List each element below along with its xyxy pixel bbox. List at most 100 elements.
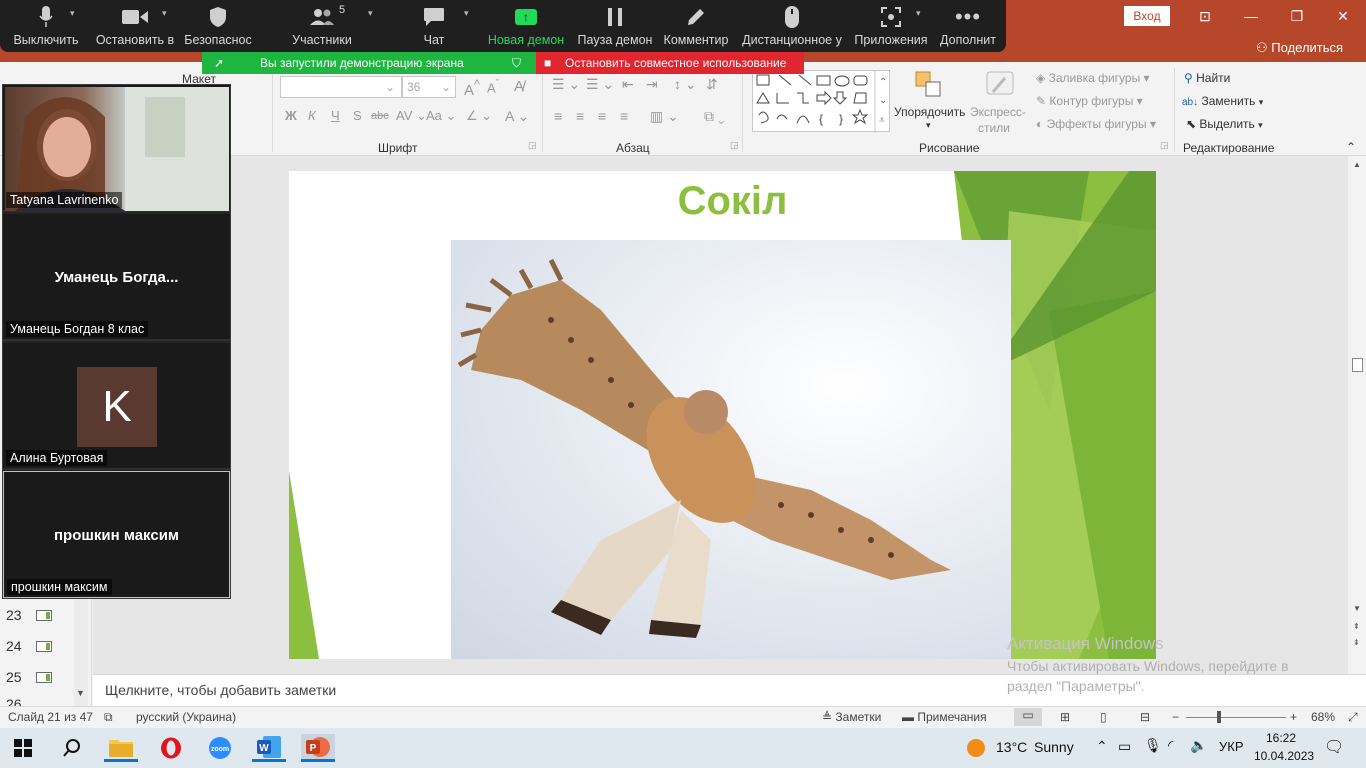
character-spacing-icon[interactable]: AV ⌄	[396, 108, 427, 124]
fit-slide-icon[interactable]: ⤢	[1348, 710, 1358, 725]
shadow-icon[interactable]: S	[353, 108, 362, 123]
input-language-indicator[interactable]: УКР	[1219, 739, 1244, 754]
slide-thumbnail[interactable]	[36, 610, 52, 621]
underline-icon[interactable]: Ч	[331, 108, 340, 123]
zoom-out-icon[interactable]: −	[1172, 710, 1179, 724]
scroll-down-icon[interactable]: ▼	[1353, 604, 1361, 613]
reading-view-icon[interactable]: ▯	[1100, 710, 1107, 724]
stop-video-button[interactable]: ▾ Остановить в	[92, 0, 178, 52]
decrease-indent-icon[interactable]: ⇤	[622, 76, 634, 93]
file-explorer-icon[interactable]	[104, 734, 138, 762]
chevron-down-icon[interactable]: ▾	[916, 8, 921, 19]
next-slide-icon[interactable]: ⇟	[1353, 638, 1360, 647]
maximize-icon[interactable]: ❐	[1282, 4, 1312, 28]
align-right-icon[interactable]: ≡	[598, 108, 606, 124]
increase-indent-icon[interactable]: ⇥	[646, 76, 658, 93]
collapse-ribbon-icon[interactable]: ⌃	[1346, 140, 1356, 154]
slide-title[interactable]: Сокіл	[289, 179, 1156, 224]
clock-date[interactable]: 10.04.2023	[1254, 749, 1314, 763]
align-center-icon[interactable]: ≡	[576, 108, 584, 124]
new-share-button[interactable]: ↑ Новая демон	[486, 0, 566, 52]
strikethrough-icon[interactable]: abc	[371, 110, 389, 122]
falcon-photo[interactable]	[451, 240, 1011, 659]
weather-temperature[interactable]: 13°C	[996, 739, 1027, 755]
annotate-button[interactable]: Комментир	[662, 0, 730, 52]
arrange-button[interactable]: Упорядочить	[894, 105, 965, 119]
smartart-icon[interactable]: ⧉ ⌄	[704, 108, 725, 125]
font-color-icon[interactable]: A ⌄	[505, 108, 529, 125]
opera-icon[interactable]	[154, 734, 188, 762]
slide-thumbnail[interactable]	[36, 672, 52, 683]
minimize-icon[interactable]: —	[1236, 4, 1266, 28]
quick-styles-button[interactable]: Экспресс-	[970, 105, 1026, 119]
dialog-launcher-icon[interactable]: ◲	[528, 140, 537, 151]
justify-icon[interactable]: ≡	[620, 108, 628, 124]
chevron-down-icon[interactable]: ▾	[464, 8, 469, 19]
participant-tile-active-speaker[interactable]: прошкин максим прошкин максим	[3, 471, 230, 598]
shape-effects-button[interactable]: ◐ Эффекты фигуры ▾	[1036, 117, 1156, 131]
show-hidden-icons-icon[interactable]: ⌃	[1096, 738, 1108, 755]
thumbnail-number[interactable]: 25	[6, 669, 22, 685]
comments-toggle-button[interactable]: ▬ Примечания	[902, 710, 987, 724]
zoom-icon[interactable]: zoom	[203, 734, 237, 762]
shape-outline-button[interactable]: ✎ Контур фигуры ▾	[1036, 94, 1143, 108]
pin-icon[interactable]: ➚	[214, 52, 224, 74]
battery-icon[interactable]: ▭	[1118, 738, 1131, 755]
slide-thumbnail[interactable]	[36, 641, 52, 652]
chevron-down-icon[interactable]: ▾	[926, 120, 931, 131]
participant-tile[interactable]: Уманець Богда... Уманець Богдан 8 клас	[3, 214, 230, 341]
line-spacing-icon[interactable]: ↕ ⌄	[674, 76, 697, 93]
dialog-launcher-icon[interactable]: ◲	[730, 140, 739, 151]
shape-fill-button[interactable]: ◈ Заливка фигуры ▾	[1036, 71, 1150, 85]
close-icon[interactable]: ✕	[1328, 4, 1358, 28]
shapes-gallery[interactable]: {} ⌃ ⌄ ⩡	[752, 70, 890, 133]
columns-icon[interactable]: ▥ ⌄	[650, 108, 679, 125]
zoom-level[interactable]: 68%	[1311, 710, 1335, 724]
powerpoint-icon[interactable]: P	[301, 734, 335, 762]
clock-time[interactable]: 16:22	[1266, 731, 1296, 745]
zoom-slider[interactable]	[1186, 717, 1286, 718]
notes-placeholder[interactable]: Щелкните, чтобы добавить заметки	[105, 682, 336, 698]
search-icon[interactable]	[55, 734, 89, 762]
find-button[interactable]: ⚲ Найти	[1184, 71, 1230, 85]
select-button[interactable]: ⬉ Выделить ▾	[1186, 117, 1263, 131]
start-icon[interactable]	[6, 734, 40, 762]
bullets-icon[interactable]: ☰ ⌄	[552, 76, 580, 93]
align-left-icon[interactable]: ≡	[554, 108, 562, 124]
bold-icon[interactable]: Ж	[285, 108, 297, 123]
zoom-in-icon[interactable]: +	[1290, 710, 1297, 724]
word-icon[interactable]: W	[252, 734, 286, 762]
thumbnail-number[interactable]: 24	[6, 638, 22, 654]
login-button[interactable]: Вход	[1124, 6, 1170, 26]
scroll-down-icon[interactable]: ▼	[76, 688, 85, 698]
scroll-up-icon[interactable]: ▲	[1353, 160, 1361, 169]
spellcheck-icon[interactable]: ⧉	[104, 710, 113, 725]
chevron-down-icon[interactable]: ▾	[368, 8, 373, 19]
slide-canvas[interactable]: Сокіл	[289, 171, 1156, 659]
slideshow-icon[interactable]: ⊟	[1140, 710, 1150, 724]
scrollbar-thumb[interactable]	[1352, 358, 1363, 372]
language-indicator[interactable]: русский (Украина)	[136, 710, 236, 724]
weather-condition[interactable]: Sunny	[1034, 739, 1074, 755]
wifi-icon[interactable]: ◜	[1168, 737, 1173, 754]
notifications-icon[interactable]: 🗨	[1324, 737, 1344, 757]
thumbnail-number[interactable]: 23	[6, 607, 22, 623]
dialog-launcher-icon[interactable]: ◲	[1160, 140, 1169, 151]
apps-button[interactable]: ▾ Приложения	[852, 0, 930, 52]
mute-button[interactable]: ▾ Выключить	[8, 0, 84, 52]
highlight-icon[interactable]: ∠ ⌄	[466, 108, 492, 124]
previous-slide-icon[interactable]: ⇞	[1353, 622, 1360, 631]
pause-share-button[interactable]: Пауза демон	[576, 0, 654, 52]
text-direction-icon[interactable]: ⇵	[706, 76, 718, 93]
italic-icon[interactable]: К	[308, 108, 316, 123]
stop-share-button[interactable]: ■ Остановить совместное использование	[536, 52, 804, 74]
participant-tile[interactable]: K Алина Буртовая	[3, 343, 230, 470]
ribbon-display-options-icon[interactable]: ⊡	[1190, 4, 1220, 28]
change-case-icon[interactable]: Aa ⌄	[426, 108, 456, 124]
zoom-slider-thumb[interactable]	[1217, 711, 1221, 723]
increase-font-icon[interactable]: A^	[464, 78, 480, 99]
remote-control-button[interactable]: Дистанционное у	[740, 0, 844, 52]
font-family-combo[interactable]: ⌄	[280, 76, 402, 98]
normal-view-icon[interactable]: ▭	[1014, 708, 1042, 726]
notes-toggle-button[interactable]: ≜ Заметки	[822, 710, 881, 724]
